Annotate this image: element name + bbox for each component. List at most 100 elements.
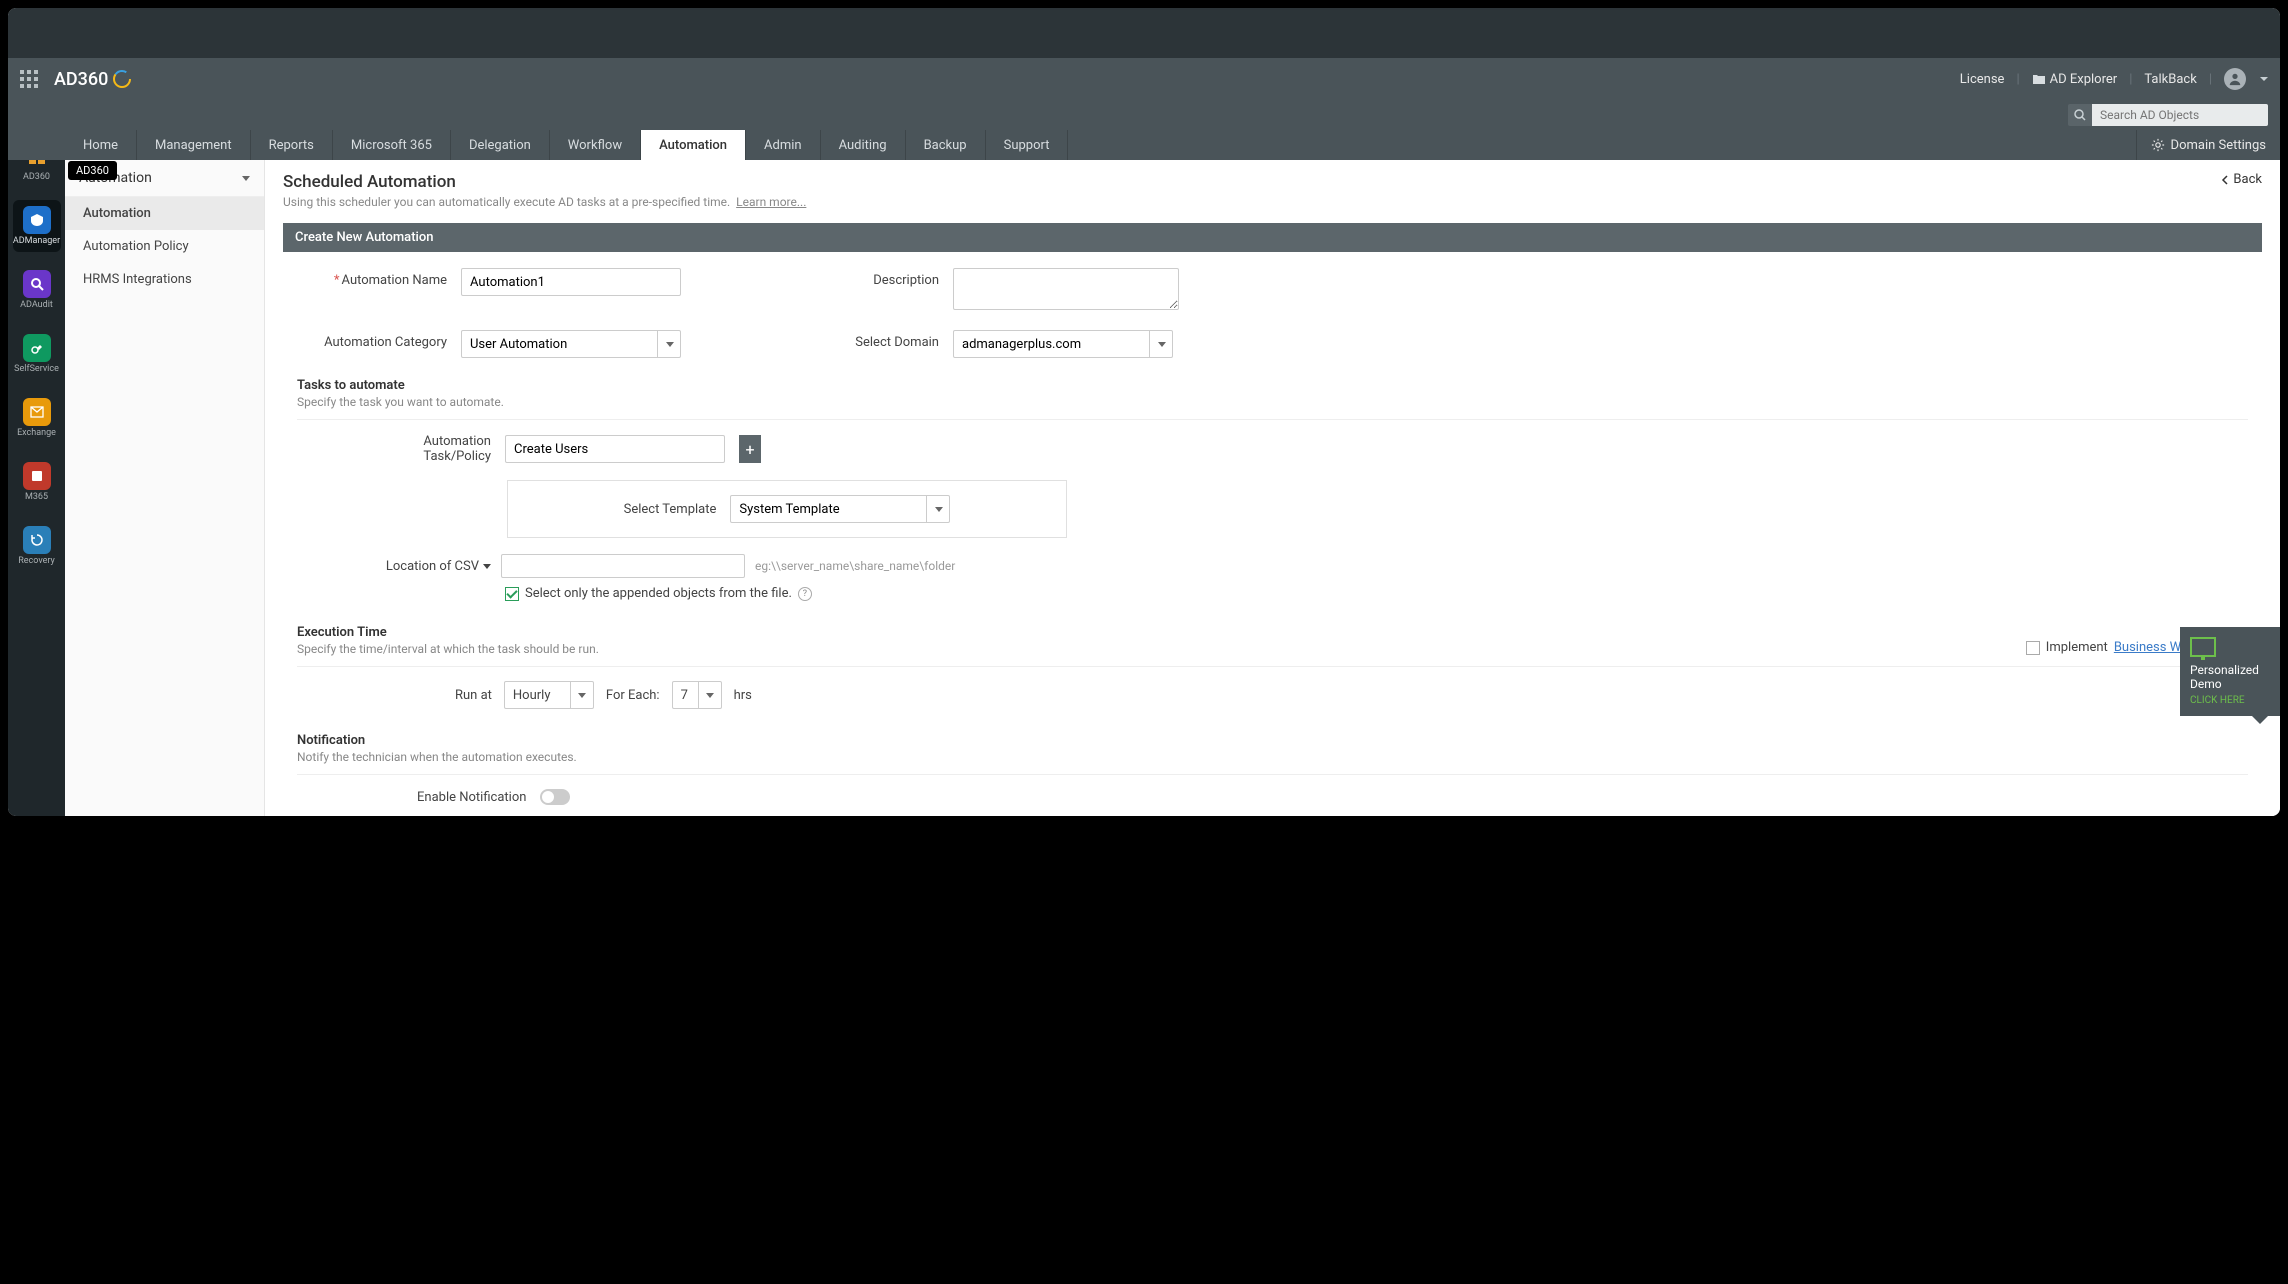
tab-support[interactable]: Support	[986, 130, 1069, 160]
add-task-button[interactable]: +	[739, 435, 761, 463]
csv-path-input[interactable]	[501, 554, 745, 578]
body-area: AD360 AD360 ADManager ADAudit SelfServic…	[8, 160, 2280, 816]
domain-label: Select Domain	[829, 330, 939, 350]
rail-tooltip: AD360	[68, 161, 117, 180]
description-label: Description	[829, 268, 939, 288]
help-icon[interactable]: ?	[798, 587, 812, 601]
logo-arc-icon	[112, 69, 132, 89]
automation-name-label: *Automation Name	[297, 268, 447, 288]
rail-selfservice[interactable]: SelfService	[13, 328, 61, 380]
user-icon	[2228, 72, 2242, 86]
window-titlebar	[8, 8, 2280, 58]
ad360-icon	[23, 160, 51, 170]
folder-icon	[2032, 73, 2046, 85]
user-menu-caret-icon[interactable]	[2260, 77, 2268, 81]
page-header: Scheduled Automation Using this schedule…	[283, 172, 2262, 209]
implement-label: Implement	[2046, 640, 2108, 655]
tabbar: Home Management Reports Microsoft 365 De…	[8, 130, 2280, 160]
rail-ad360[interactable]: AD360	[13, 160, 61, 188]
side-item-hrms[interactable]: HRMS Integrations	[65, 263, 264, 296]
tab-admin[interactable]: Admin	[746, 130, 821, 160]
foreach-select[interactable]: 7	[672, 681, 722, 709]
enable-notif-label: Enable Notification	[417, 790, 526, 805]
apps-grid-icon[interactable]	[20, 70, 38, 88]
m365-icon	[23, 462, 51, 490]
callout-arrow-icon	[2252, 716, 2268, 724]
product-logo: AD360	[54, 69, 132, 90]
appended-checkbox[interactable]	[505, 587, 519, 601]
recovery-icon	[23, 526, 51, 554]
left-rail: AD360 ADManager ADAudit SelfService Exch…	[8, 160, 65, 816]
csv-label: Location of CSV	[357, 559, 491, 574]
rail-adaudit[interactable]: ADAudit	[13, 264, 61, 316]
page-title: Scheduled Automation	[283, 172, 806, 192]
subbar	[8, 100, 2280, 130]
exec-sub: Specify the time/interval at which the t…	[297, 642, 2248, 667]
tab-reports[interactable]: Reports	[251, 130, 333, 160]
notif-header: Notification	[297, 733, 2248, 748]
tab-workflow[interactable]: Workflow	[550, 130, 641, 160]
caret-down-icon[interactable]	[483, 564, 491, 569]
gear-icon	[2151, 138, 2165, 152]
tasks-header: Tasks to automate	[297, 378, 2248, 393]
tab-automation[interactable]: Automation	[641, 130, 746, 160]
automation-name-input[interactable]	[461, 268, 681, 296]
template-box: Select Template System Template	[507, 480, 1067, 538]
rail-recovery[interactable]: Recovery	[13, 520, 61, 572]
hrs-label: hrs	[734, 688, 752, 703]
foreach-label: For Each:	[606, 688, 660, 703]
tab-backup[interactable]: Backup	[906, 130, 986, 160]
content: Scheduled Automation Using this schedule…	[265, 160, 2280, 816]
template-label: Select Template	[624, 502, 717, 517]
appended-label: Select only the appended objects from th…	[525, 586, 792, 601]
tasks-sub: Specify the task you want to automate.	[297, 395, 2248, 420]
form-area: *Automation Name Description Automation …	[283, 252, 2262, 815]
search-button[interactable]	[2068, 104, 2092, 126]
demo-callout[interactable]: Personalized Demo CLICK HERE	[2180, 627, 2280, 716]
template-select[interactable]: System Template	[730, 495, 950, 523]
product-name: AD360	[54, 69, 108, 90]
search-icon	[2074, 109, 2086, 121]
runat-select[interactable]: Hourly	[504, 681, 594, 709]
selfservice-icon	[23, 334, 51, 362]
search-input[interactable]	[2092, 104, 2268, 126]
back-button[interactable]: Back	[2221, 172, 2262, 187]
side-panel: Automation Automation Automation Policy …	[65, 160, 265, 816]
admanager-icon	[23, 206, 51, 234]
side-item-automation[interactable]: Automation	[65, 197, 264, 230]
csv-hint: eg:\\server_name\share_name\folder	[755, 559, 955, 573]
learn-more-link[interactable]: Learn more...	[736, 195, 806, 209]
tab-home[interactable]: Home	[65, 130, 137, 160]
task-policy-label: Automation Task/Policy	[357, 434, 491, 464]
user-avatar[interactable]	[2224, 68, 2246, 90]
exec-header: Execution Time	[297, 625, 2248, 640]
runat-label: Run at	[455, 688, 492, 703]
page-subtitle: Using this scheduler you can automatical…	[283, 195, 806, 209]
rail-admanager[interactable]: ADManager	[13, 200, 61, 252]
implement-checkbox[interactable]	[2026, 641, 2040, 655]
side-item-policy[interactable]: Automation Policy	[65, 230, 264, 263]
license-link[interactable]: License	[1960, 72, 2005, 87]
task-policy-select[interactable]: Create Users	[505, 435, 725, 463]
tab-auditing[interactable]: Auditing	[821, 130, 906, 160]
tab-delegation[interactable]: Delegation	[451, 130, 550, 160]
section-bar: Create New Automation	[283, 223, 2262, 252]
tab-m365[interactable]: Microsoft 365	[333, 130, 451, 160]
rail-exchange[interactable]: Exchange	[13, 392, 61, 444]
tabs: Home Management Reports Microsoft 365 De…	[65, 130, 1068, 160]
domain-select[interactable]: admanagerplus.com	[953, 330, 1173, 358]
tab-management[interactable]: Management	[137, 130, 251, 160]
topbar: AD360 License | AD Explorer | TalkBack |	[8, 58, 2280, 100]
domain-settings-button[interactable]: Domain Settings	[2136, 130, 2280, 160]
ad-explorer-link[interactable]: AD Explorer	[2032, 72, 2118, 87]
rail-m365[interactable]: M365	[13, 456, 61, 508]
talkback-link[interactable]: TalkBack	[2144, 72, 2196, 87]
demo-cta[interactable]: CLICK HERE	[2190, 695, 2270, 706]
adaudit-icon	[23, 270, 51, 298]
chevron-left-icon	[2221, 175, 2229, 185]
description-textarea[interactable]	[953, 268, 1179, 310]
enable-notif-toggle[interactable]	[540, 789, 570, 805]
category-select[interactable]: User Automation	[461, 330, 681, 358]
exchange-icon	[23, 398, 51, 426]
monitor-icon	[2190, 637, 2216, 657]
